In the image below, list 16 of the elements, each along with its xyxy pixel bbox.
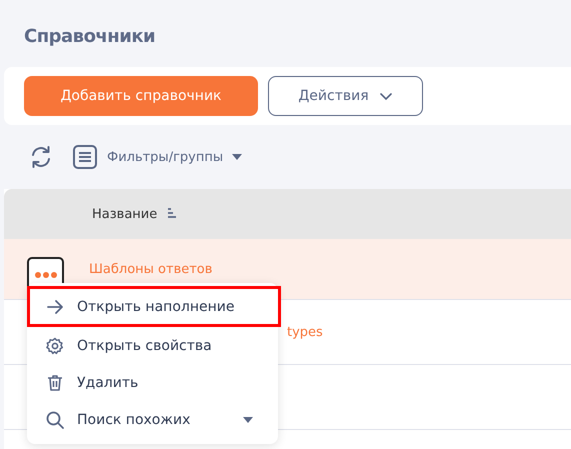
search-icon (45, 410, 65, 430)
sort-icon[interactable] (167, 208, 178, 220)
caret-icon (232, 154, 242, 160)
menu-item[interactable]: Поиск похожих (27, 401, 278, 438)
actions-dropdown[interactable]: Действия (268, 76, 423, 116)
more-icon (34, 271, 56, 279)
gear-icon (45, 336, 65, 356)
trash-icon (45, 372, 65, 392)
caret-icon[interactable] (243, 416, 253, 422)
filters-dropdown[interactable]: Фильтры/группы (72, 144, 242, 170)
column-header[interactable]: Название (92, 206, 178, 222)
page-title: Справочники (23, 25, 156, 49)
menu-item[interactable]: Открыть свойства (27, 327, 278, 364)
list-icon (72, 144, 98, 170)
menu-item[interactable]: Удалить (27, 364, 278, 401)
menu-item[interactable]: Открыть наполнение (27, 286, 281, 327)
